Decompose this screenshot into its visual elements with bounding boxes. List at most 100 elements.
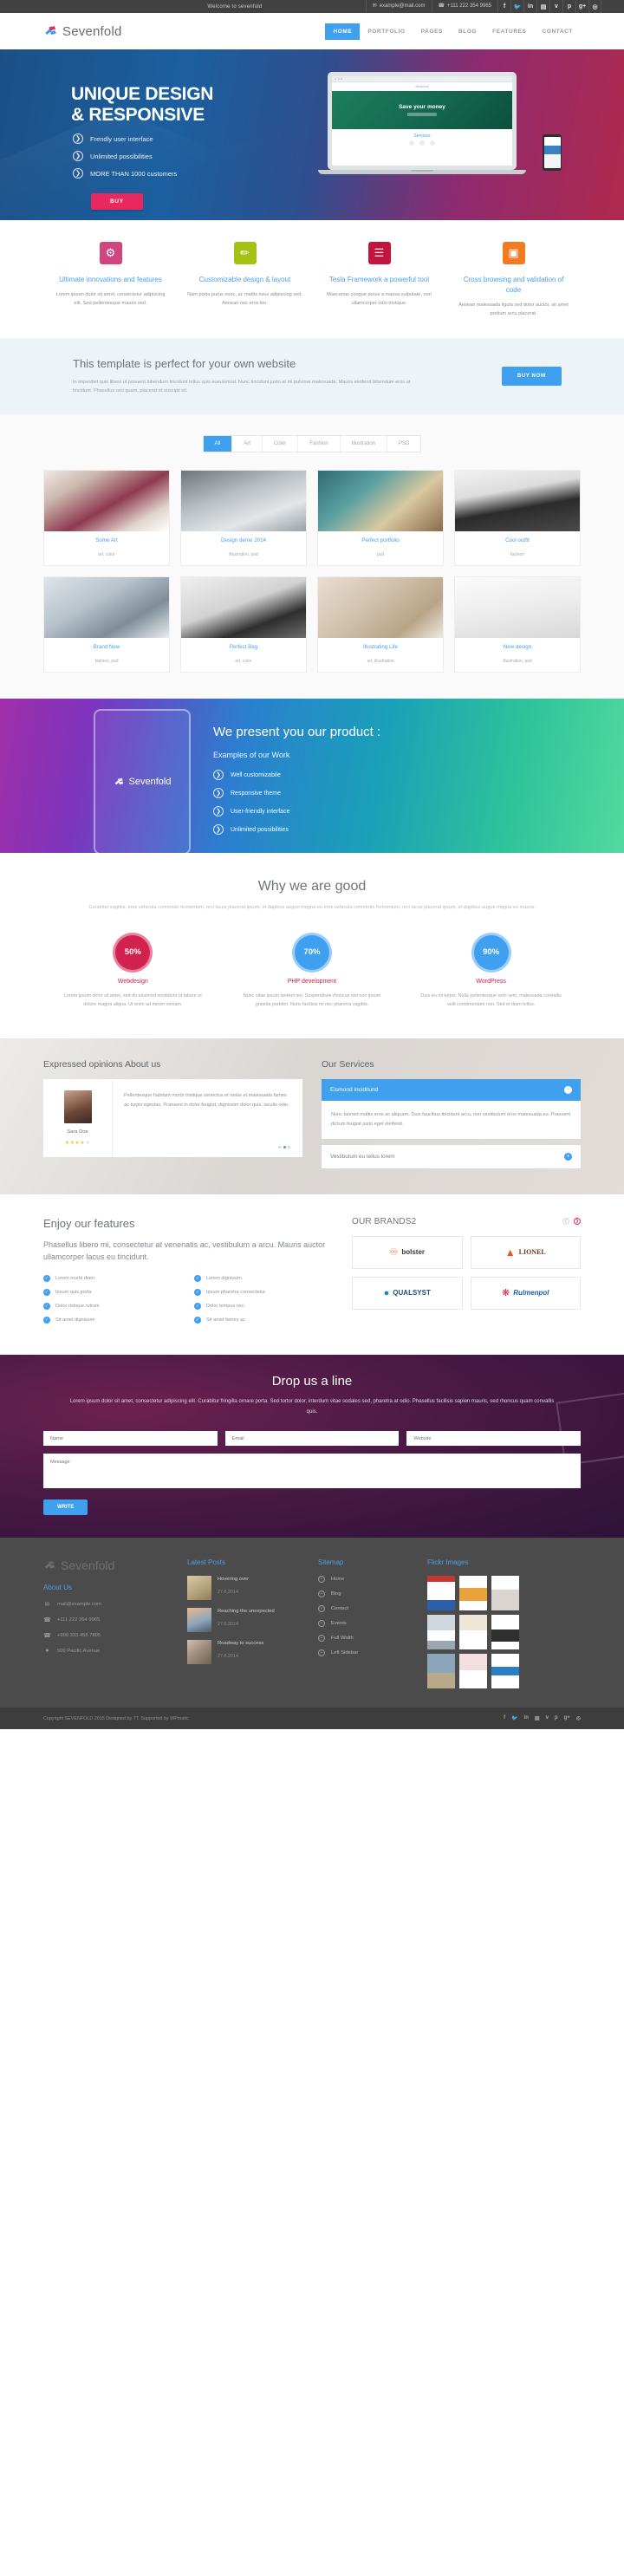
sitemap-link-contact[interactable]: + Contact: [318, 1605, 413, 1613]
accordion-item-closed[interactable]: Vestibulum eu tellus lorem +: [322, 1144, 581, 1168]
portfolio-item[interactable]: Design demo 2014 illustration, psd: [180, 470, 307, 567]
cta-banner: This template is perfect for your own we…: [0, 337, 624, 415]
hero-bullet: ❯ MORE THAN 1000 customers: [73, 168, 177, 179]
website-input[interactable]: [406, 1431, 582, 1447]
prev-arrow-icon[interactable]: ❮: [562, 1218, 569, 1226]
flickr-thumb[interactable]: [459, 1654, 487, 1689]
footer-post-item[interactable]: Reaching the unexpected 27.6.2014: [187, 1608, 304, 1633]
portfolio-item[interactable]: Cool outfit fashion: [454, 470, 581, 567]
footer-post-item[interactable]: Roadway to success 27.6.2014: [187, 1640, 304, 1665]
sitemap-link-blog[interactable]: + Blog: [318, 1590, 413, 1598]
flickr-thumb[interactable]: [491, 1654, 519, 1689]
filter-illustration[interactable]: Illustration: [341, 436, 388, 452]
portfolio-item-title[interactable]: Brand New: [48, 644, 166, 650]
brand-logo[interactable]: ● QUALSYST: [352, 1276, 463, 1310]
sitemap-link-home[interactable]: + Home: [318, 1576, 413, 1584]
portfolio-item-title[interactable]: Cool outfit: [458, 537, 576, 543]
filter-psd[interactable]: PSD: [387, 436, 420, 452]
next-arrow-icon[interactable]: ❯: [574, 1218, 581, 1226]
flickr-thumb[interactable]: [491, 1615, 519, 1650]
hero-buy-button[interactable]: BUY: [91, 193, 143, 210]
carousel-dot[interactable]: [278, 1145, 281, 1148]
phone-contact[interactable]: ☎ +111 222 354 9965: [431, 0, 497, 13]
write-button[interactable]: WRITE: [43, 1499, 88, 1516]
portfolio-item[interactable]: Perfect Bag art, color: [180, 576, 307, 673]
flickr-thumb[interactable]: [459, 1576, 487, 1611]
sitemap-link-full-width[interactable]: + Full Width: [318, 1635, 413, 1643]
carousel-dot-active[interactable]: [283, 1145, 286, 1148]
site-logo[interactable]: Sevenfold: [43, 24, 122, 39]
accordion-item-open[interactable]: Eismond inciditund −: [322, 1078, 581, 1101]
footer-contact-address[interactable]: ● 500 Pacific Avenue: [43, 1648, 173, 1654]
footer-post-item[interactable]: Hovering over 27.6.2014: [187, 1576, 304, 1601]
footer-contact-mail[interactable]: ✉ mail@example.com: [43, 1601, 173, 1608]
linkedin-icon[interactable]: in: [524, 1715, 529, 1721]
vimeo-icon[interactable]: v: [549, 0, 562, 13]
pinterest-icon[interactable]: p: [562, 0, 575, 13]
sitemap-link-left-sidebar[interactable]: + Left Sidebar: [318, 1649, 413, 1657]
portfolio-item[interactable]: Illustrating Life art, illustration: [317, 576, 444, 673]
flickr-thumb[interactable]: [427, 1576, 455, 1611]
nav-item-contact[interactable]: CONTACT: [535, 23, 582, 40]
name-input[interactable]: [43, 1431, 218, 1447]
nav-item-pages[interactable]: PAGES: [413, 23, 451, 40]
carousel-dot[interactable]: [288, 1145, 290, 1148]
footer-logo[interactable]: Sevenfold: [43, 1558, 173, 1572]
linkedin-icon[interactable]: in: [523, 0, 536, 13]
portfolio-item-title[interactable]: New design: [458, 644, 576, 650]
flickr-thumb[interactable]: [427, 1654, 455, 1689]
brand-logo[interactable]: ❋ Rulmenpol: [470, 1276, 581, 1310]
portfolio-item-title[interactable]: Perfect portfolio: [322, 537, 439, 543]
googleplus-icon[interactable]: g+: [564, 1715, 570, 1721]
rss-icon[interactable]: ◎: [588, 0, 601, 13]
portfolio-item[interactable]: Brand New fashion, psd: [43, 576, 170, 673]
googleplus-icon[interactable]: g+: [575, 0, 588, 13]
phone-icon: ☎: [43, 1617, 51, 1624]
minus-icon[interactable]: −: [564, 1085, 572, 1094]
nav-item-features[interactable]: FEATURES: [484, 23, 534, 40]
carousel-dots[interactable]: [278, 1145, 290, 1148]
brand-logo[interactable]: ▲ LIONEL: [470, 1235, 581, 1269]
flickr-thumb[interactable]: [427, 1615, 455, 1650]
plus-icon[interactable]: +: [564, 1152, 572, 1161]
nav-item-blog[interactable]: BLOG: [451, 23, 484, 40]
portfolio-item-title[interactable]: Illustrating Life: [322, 644, 439, 650]
behance-icon[interactable]: ▤: [536, 0, 549, 13]
portfolio-item[interactable]: Perfect portfolio psd: [317, 470, 444, 567]
product-section: Sevenfold We present you our product : E…: [0, 699, 624, 854]
rss-icon[interactable]: ◎: [576, 1715, 581, 1721]
product-title: We present you our product :: [213, 725, 381, 740]
vimeo-icon[interactable]: v: [546, 1715, 549, 1721]
footer-contact-phone-2[interactable]: ☎ +999 333 458 7895: [43, 1632, 173, 1639]
flickr-thumb[interactable]: [491, 1576, 519, 1611]
portfolio-item-title[interactable]: Perfect Bag: [185, 644, 302, 650]
portfolio-item[interactable]: Some Art art, color: [43, 470, 170, 567]
message-textarea[interactable]: [43, 1454, 581, 1489]
filter-art[interactable]: Art: [232, 436, 263, 452]
filter-all[interactable]: All: [203, 436, 233, 452]
nav-item-portfolio[interactable]: PORTFOLIO: [360, 23, 413, 40]
twitter-icon[interactable]: 🐦: [510, 0, 523, 13]
portfolio-item-title[interactable]: Some Art: [48, 537, 166, 543]
portfolio-item-title[interactable]: Design demo 2014: [185, 537, 302, 543]
sitemap-link-events[interactable]: + Events: [318, 1620, 413, 1628]
flickr-thumb[interactable]: [459, 1615, 487, 1650]
email-contact[interactable]: ✉ example@mail.com: [365, 0, 432, 13]
facebook-icon[interactable]: f: [497, 0, 510, 13]
facebook-icon[interactable]: f: [504, 1715, 505, 1721]
brand-logo[interactable]: ♾ bolster: [352, 1235, 463, 1269]
filter-color[interactable]: Color: [263, 436, 299, 452]
footer-contact-phone-1[interactable]: ☎ +111 222 354 9965: [43, 1617, 173, 1623]
twitter-icon[interactable]: 🐦: [511, 1715, 517, 1721]
portfolio-item[interactable]: New design illustration, psd: [454, 576, 581, 673]
skill-circles: 50% Webdesign Lorem ipsum dolor sit amet…: [43, 934, 581, 1009]
buy-now-button[interactable]: BUY NOW: [501, 366, 562, 386]
nav-item-home[interactable]: HOME: [325, 23, 361, 40]
mock-services-title: Services: [413, 133, 431, 139]
email-input[interactable]: [224, 1431, 400, 1447]
behance-icon[interactable]: ▤: [535, 1715, 540, 1721]
filter-fashion[interactable]: Fashion: [298, 436, 341, 452]
pinterest-icon[interactable]: p: [555, 1715, 558, 1721]
portfolio-thumbnail: [181, 577, 306, 639]
check-icon: ✓: [43, 1303, 50, 1311]
